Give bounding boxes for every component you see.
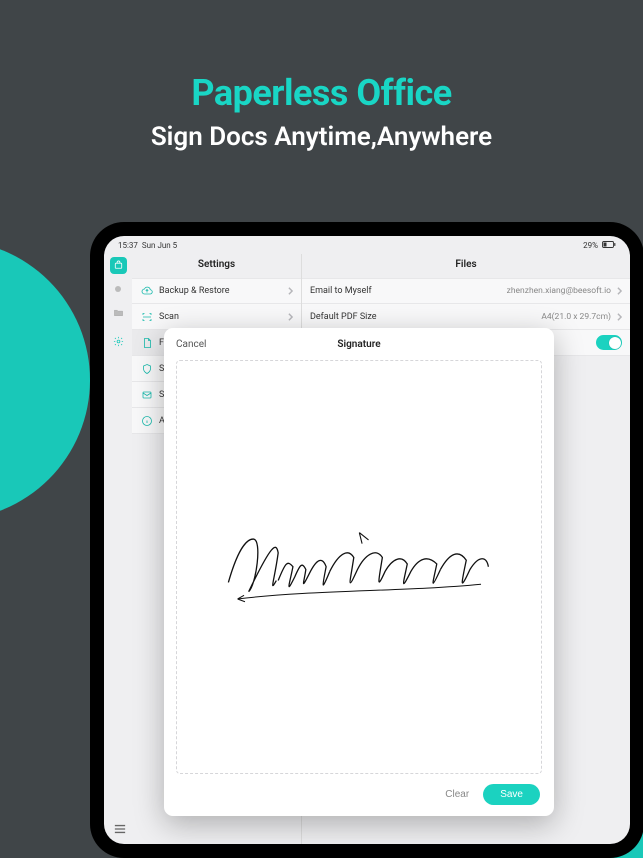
row-label: Default PDF Size — [310, 312, 535, 322]
row-value: A4(21.0 x 29.7cm) — [541, 312, 611, 322]
signature-drawing — [221, 516, 498, 617]
save-button[interactable]: Save — [483, 784, 540, 805]
cloud-upload-icon — [140, 285, 153, 298]
hamburger-icon[interactable] — [114, 824, 126, 837]
sidebar-settings-icon[interactable] — [110, 333, 127, 350]
status-date: Sun Jun 5 — [142, 241, 177, 250]
scan-icon — [140, 310, 153, 323]
info-icon — [140, 414, 153, 427]
sidebar-app-icon[interactable] — [110, 257, 127, 274]
send-icon — [140, 388, 153, 401]
file-icon — [140, 336, 153, 349]
files-item-email[interactable]: Email to Myself zhenzhen.xiang@beesoft.i… — [302, 278, 630, 304]
status-right: 29% — [579, 241, 616, 250]
row-label: Backup & Restore — [159, 286, 282, 296]
row-label: Scan — [159, 312, 282, 322]
tablet-frame: 15:37 Sun Jun 5 29% — [90, 222, 643, 858]
battery-percent: 29% — [583, 241, 598, 250]
sidebar — [104, 254, 132, 844]
modal-footer: Clear Save — [164, 778, 554, 816]
decor-blob-left — [0, 240, 90, 520]
shield-icon — [140, 362, 153, 375]
files-header: Files — [302, 254, 630, 278]
marketing-subtitle: Sign Docs Anytime,Anywhere — [0, 122, 643, 152]
clear-button[interactable]: Clear — [445, 789, 469, 800]
status-left: 15:37 Sun Jun 5 — [118, 241, 177, 250]
chevron-right-icon — [617, 287, 622, 295]
row-label: Email to Myself — [310, 286, 501, 296]
row-value: zhenzhen.xiang@beesoft.io — [507, 286, 611, 296]
modal-header: Cancel Signature — [164, 328, 554, 360]
chevron-right-icon — [617, 313, 622, 321]
settings-header: Settings — [132, 254, 301, 278]
settings-item-backup[interactable]: Backup & Restore — [132, 278, 301, 304]
sidebar-folder-icon[interactable] — [110, 304, 127, 321]
page-details-toggle[interactable] — [596, 335, 622, 350]
signature-canvas[interactable] — [176, 360, 542, 774]
sidebar-dot-icon[interactable] — [115, 286, 121, 292]
marketing-title: Paperless Office — [0, 72, 643, 114]
chevron-right-icon — [288, 313, 293, 321]
status-time: 15:37 — [118, 241, 138, 250]
tablet-screen: 15:37 Sun Jun 5 29% — [104, 236, 630, 844]
cancel-button[interactable]: Cancel — [176, 339, 206, 350]
signature-modal: Cancel Signature Clear Save — [164, 328, 554, 816]
marketing-text: Paperless Office Sign Docs Anytime,Anywh… — [0, 72, 643, 152]
settings-item-scan[interactable]: Scan — [132, 304, 301, 330]
files-item-pdf-size[interactable]: Default PDF Size A4(21.0 x 29.7cm) — [302, 304, 630, 330]
battery-icon — [602, 241, 616, 250]
status-bar: 15:37 Sun Jun 5 29% — [104, 236, 630, 254]
chevron-right-icon — [288, 287, 293, 295]
modal-title: Signature — [337, 339, 380, 350]
